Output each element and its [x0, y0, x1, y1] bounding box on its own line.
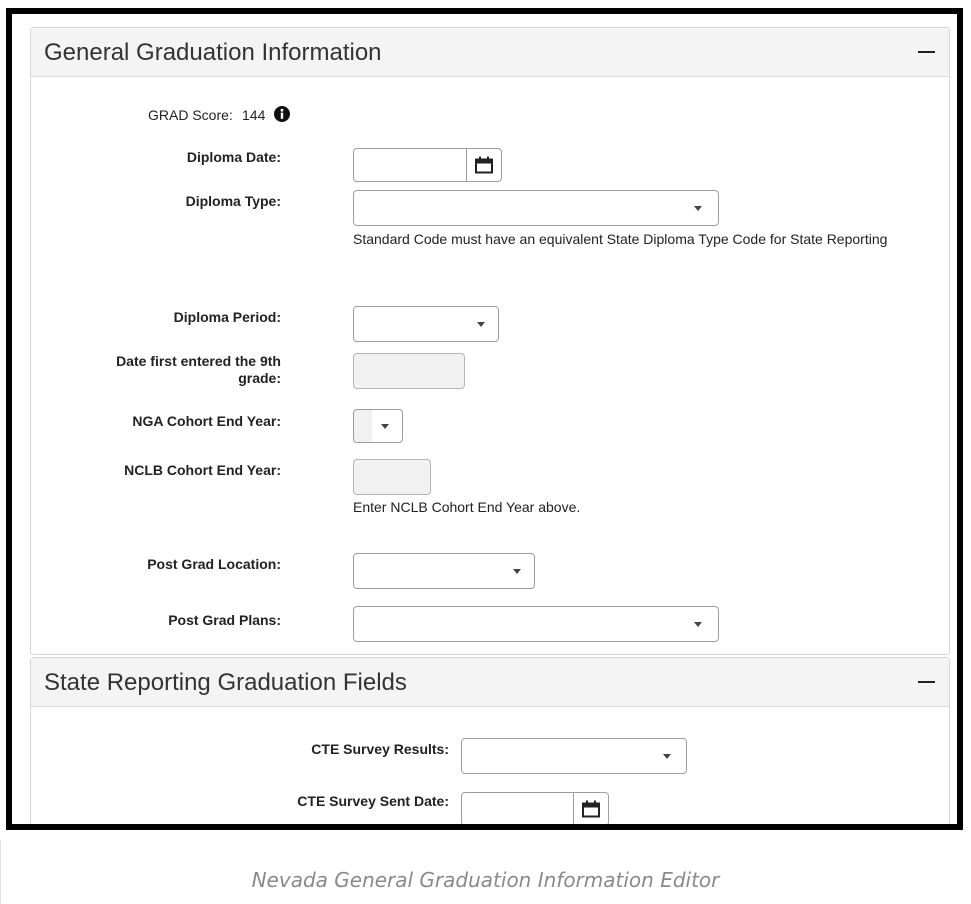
first-entered-9th-grade-label: Date first entered the 9th grade: — [51, 353, 281, 387]
post-grad-plans-label: Post Grad Plans: — [168, 612, 281, 628]
chevron-down-icon — [477, 322, 485, 327]
panel-title: General Graduation Information — [44, 39, 382, 66]
chevron-down-icon — [694, 206, 702, 211]
cte-survey-results-label: CTE Survey Results: — [311, 741, 449, 757]
cte-survey-results-select[interactable] — [461, 738, 687, 774]
chevron-down-icon — [663, 754, 671, 759]
editor-area: General Graduation Information GRAD Scor… — [12, 14, 957, 824]
panel-title: State Reporting Graduation Fields — [44, 669, 407, 696]
diploma-type-label: Diploma Type: — [185, 193, 281, 209]
cte-survey-sent-date-label: CTE Survey Sent Date: — [297, 793, 449, 809]
general-graduation-panel: General Graduation Information GRAD Scor… — [30, 27, 950, 655]
first-9th-grade-date-input[interactable] — [353, 353, 465, 389]
diploma-period-select[interactable] — [353, 306, 499, 342]
diploma-date-label: Diploma Date: — [186, 149, 281, 165]
image-caption: Nevada General Graduation Information Ed… — [251, 868, 720, 892]
panel-header[interactable]: General Graduation Information — [31, 28, 949, 77]
chevron-down-icon — [694, 622, 702, 627]
nclb-cohort-end-year-input[interactable] — [353, 459, 431, 495]
cte-survey-sent-date-calendar-button[interactable] — [573, 792, 609, 824]
nga-select-value-area — [354, 410, 372, 442]
first-9th-label-line1: Date first entered the 9th — [116, 353, 281, 369]
diploma-type-select[interactable] — [353, 190, 719, 226]
nclb-help-text: Enter NCLB Cohort End Year above. — [353, 499, 581, 515]
cte-survey-sent-date-input[interactable] — [461, 792, 574, 824]
diploma-type-help-text: Standard Code must have an equivalent St… — [353, 231, 888, 247]
nga-cohort-end-year-select[interactable] — [353, 409, 403, 443]
post-grad-location-label: Post Grad Location: — [147, 556, 281, 572]
first-9th-label-line2: grade: — [238, 370, 281, 386]
minus-icon[interactable] — [918, 681, 935, 683]
diploma-date-input[interactable] — [353, 148, 467, 182]
post-grad-location-select[interactable] — [353, 553, 535, 589]
panel-header[interactable]: State Reporting Graduation Fields — [31, 658, 949, 707]
nclb-cohort-end-year-label: NCLB Cohort End Year: — [124, 462, 281, 478]
calendar-icon — [582, 800, 600, 818]
minus-icon[interactable] — [918, 51, 935, 53]
post-grad-plans-select[interactable] — [353, 606, 719, 642]
chevron-down-icon — [381, 424, 389, 429]
grad-score-label: GRAD Score: — [148, 107, 233, 123]
grad-score-value: 144 — [242, 107, 266, 123]
nga-cohort-end-year-label: NGA Cohort End Year: — [132, 413, 281, 429]
state-reporting-panel: State Reporting Graduation Fields CTE Su… — [30, 657, 950, 824]
diploma-date-calendar-button[interactable] — [466, 148, 502, 182]
info-icon[interactable] — [274, 106, 290, 122]
diploma-period-label: Diploma Period: — [173, 309, 281, 325]
chevron-down-icon — [513, 569, 521, 574]
calendar-icon — [475, 156, 493, 174]
screenshot-frame: General Graduation Information GRAD Scor… — [6, 8, 963, 830]
